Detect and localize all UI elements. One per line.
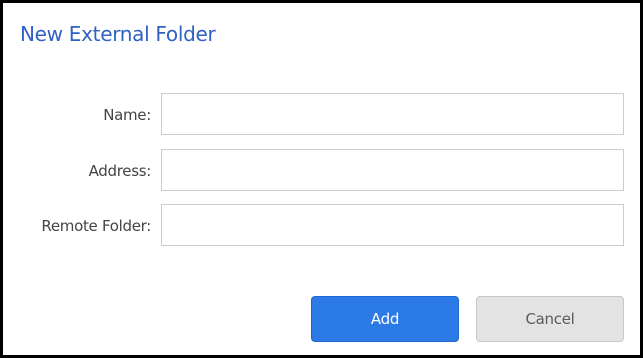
- new-external-folder-dialog: New External Folder Name: Address: Remot…: [0, 0, 643, 358]
- remote-folder-label: Remote Folder:: [41, 217, 151, 235]
- remote-folder-row: Remote Folder:: [3, 204, 640, 248]
- address-row: Address:: [3, 149, 640, 193]
- name-label: Name:: [103, 106, 151, 124]
- address-label: Address:: [88, 162, 152, 180]
- name-input[interactable]: [161, 93, 624, 135]
- dialog-title: New External Folder: [20, 22, 216, 46]
- address-input[interactable]: [161, 149, 624, 191]
- name-row: Name:: [3, 93, 640, 137]
- remote-folder-input[interactable]: [161, 204, 624, 246]
- cancel-button[interactable]: Cancel: [476, 296, 624, 342]
- add-button[interactable]: Add: [311, 296, 459, 342]
